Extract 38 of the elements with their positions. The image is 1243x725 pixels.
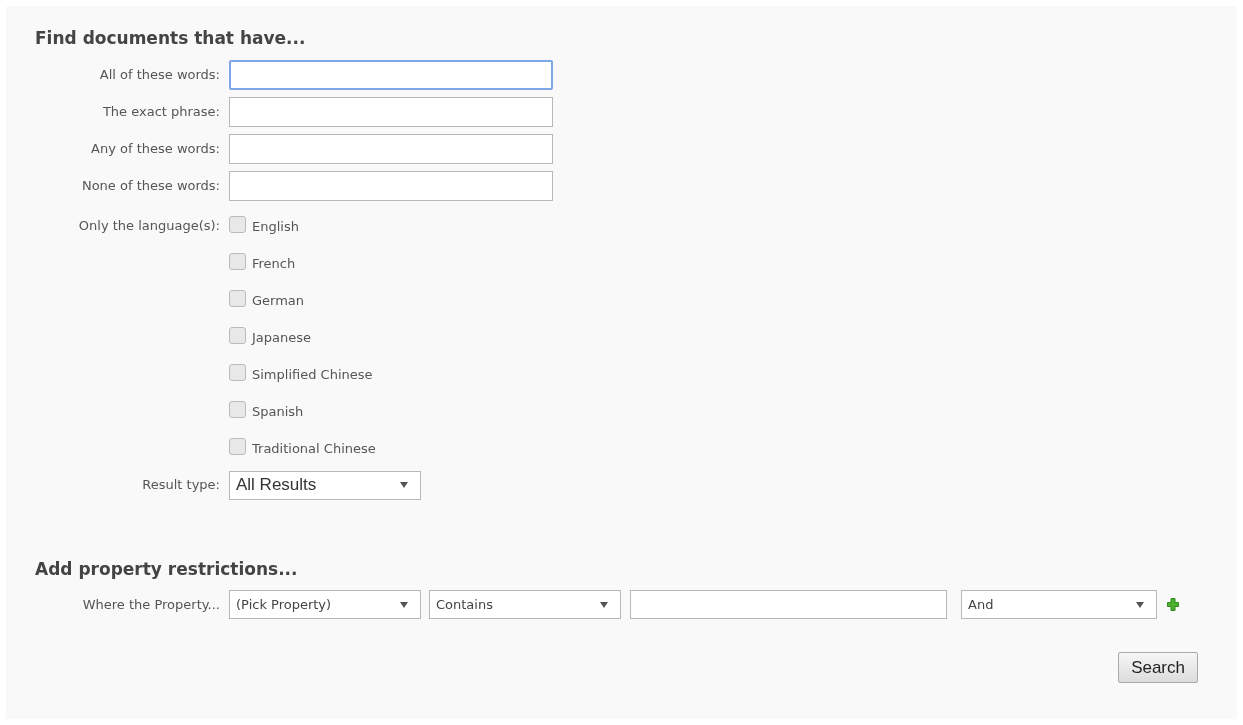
checkbox[interactable]	[229, 289, 246, 307]
text-field[interactable]	[229, 133, 553, 164]
checkbox[interactable]	[229, 252, 246, 270]
text-field[interactable]	[229, 96, 553, 127]
caret-icon	[1136, 601, 1144, 608]
search-button[interactable]: Search	[1118, 652, 1198, 683]
property-dropdown[interactable]: (Pick Property)	[229, 590, 421, 619]
field-label: Only the language(s):	[77, 216, 221, 235]
checkbox[interactable]	[229, 326, 246, 344]
caret-icon	[600, 601, 608, 608]
value-field[interactable]	[630, 590, 947, 619]
field-label: All of these words:	[98, 65, 221, 84]
caret-icon	[400, 482, 408, 488]
operator-dropdown[interactable]: Contains	[429, 590, 621, 619]
connector-dropdown[interactable]: And	[961, 590, 1157, 619]
language-label: English	[252, 218, 299, 236]
checkbox[interactable]	[229, 363, 246, 381]
language-label: Spanish	[252, 403, 304, 421]
field-label: Result type:	[141, 476, 221, 495]
text-field[interactable]	[229, 59, 553, 90]
checkbox[interactable]	[229, 400, 246, 418]
field-label: The exact phrase:	[101, 102, 221, 121]
section-heading: Find documents that have...	[35, 27, 307, 50]
language-label: Japanese	[252, 329, 312, 347]
text-field[interactable]	[229, 170, 553, 201]
checkbox[interactable]	[229, 437, 246, 455]
result-type-dropdown[interactable]: All Results	[229, 470, 421, 500]
section-heading: Add property restrictions...	[35, 557, 299, 581]
field-label: Any of these words:	[90, 139, 221, 158]
language-label: French	[252, 255, 296, 273]
plus-icon[interactable]	[1167, 598, 1179, 611]
field-label: Where the Property...	[81, 595, 221, 614]
caret-icon	[400, 601, 408, 608]
checkbox[interactable]	[229, 215, 246, 233]
language-label: Traditional Chinese	[252, 440, 376, 458]
language-label: German	[252, 292, 305, 310]
language-label: Simplified Chinese	[252, 366, 373, 384]
field-label: None of these words:	[80, 176, 221, 195]
